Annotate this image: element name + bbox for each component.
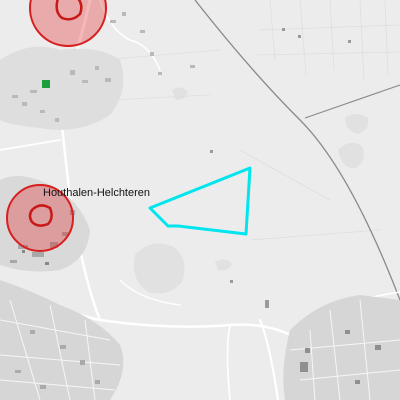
green-square-marker[interactable] bbox=[42, 80, 50, 88]
place-label-houthalen-helchteren: Houthalen-Helchteren bbox=[43, 187, 150, 199]
map-view[interactable]: Houthalen-Helchteren bbox=[0, 0, 400, 400]
map-canvas[interactable]: Houthalen-Helchteren bbox=[0, 0, 400, 400]
